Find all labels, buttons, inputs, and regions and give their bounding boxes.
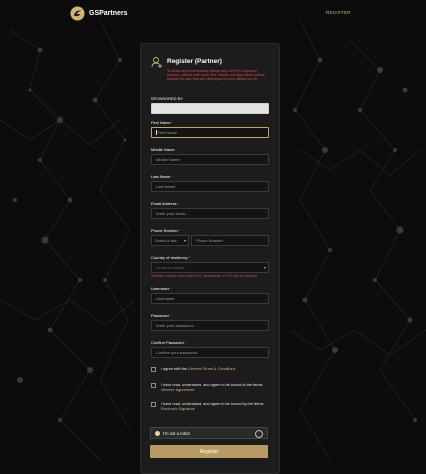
- esign-text: I have read, understand, and agree to be…: [161, 402, 264, 411]
- phone-number-input[interactable]: Phone Number: [191, 235, 269, 246]
- kyc-notice: To avoid any unnecessary delays with our…: [167, 69, 266, 82]
- add-user-icon: [151, 57, 162, 68]
- terms-checkbox[interactable]: [151, 367, 156, 372]
- confirm-password-label: Confirm Password *: [151, 340, 187, 345]
- brand-logo-icon: [70, 6, 85, 21]
- username-input[interactable]: Username: [151, 293, 269, 304]
- top-navigation-bar: GSPartners REGISTER: [0, 0, 426, 28]
- chevron-down-icon: ▾: [263, 265, 266, 270]
- country-select[interactable]: Select a country ▾: [151, 262, 269, 273]
- esign-checkbox[interactable]: [151, 402, 156, 407]
- sponsored-by-label: SPONSORED BY: [151, 96, 184, 101]
- first-name-label: First Name *: [151, 120, 174, 125]
- captcha-label: I'm not a robot: [163, 431, 190, 436]
- brand-name: GSPartners: [89, 10, 128, 17]
- phone-label: Phone Number *: [151, 228, 181, 233]
- member-agreement-link[interactable]: Member Agreement: [161, 388, 194, 392]
- form-title: Register (Partner): [167, 58, 222, 65]
- middle-name-label: Middle Name: [151, 147, 175, 152]
- member-agreement-text: I have read, understand, and agree to be…: [161, 383, 263, 392]
- country-warning: Selected country must match KYC document…: [151, 274, 258, 278]
- username-label: Username *: [151, 286, 173, 291]
- register-button[interactable]: Register: [150, 445, 268, 458]
- password-input[interactable]: Enter your password...: [151, 320, 269, 331]
- confirm-password-input[interactable]: Confirm your password: [151, 347, 269, 358]
- captcha-checkbox[interactable]: [155, 431, 160, 436]
- email-label: Email Address *: [151, 201, 180, 206]
- recaptcha-widget[interactable]: I'm not a robot: [150, 427, 268, 439]
- last-name-label: Last Name *: [151, 174, 174, 179]
- sponsored-by-field[interactable]: [151, 103, 269, 114]
- country-label: Country of residency *: [151, 255, 191, 260]
- register-nav-link[interactable]: REGISTER: [326, 10, 351, 15]
- phone-site-select[interactable]: Select a site ▾: [151, 235, 189, 246]
- member-agreement-checkbox[interactable]: [151, 383, 156, 388]
- registration-card: Register (Partner) To avoid any unnecess…: [140, 43, 280, 474]
- recaptcha-icon: [255, 430, 263, 438]
- email-input[interactable]: Enter your email...: [151, 208, 269, 219]
- password-label: Password *: [151, 313, 172, 318]
- brand-logo[interactable]: GSPartners: [70, 6, 128, 21]
- middle-name-input[interactable]: Middle Name: [151, 154, 269, 165]
- terms-link[interactable]: General Terms & Conditions: [188, 367, 235, 371]
- first-name-input[interactable]: First Name: [151, 127, 269, 138]
- esign-link[interactable]: Electronic Signature: [161, 407, 195, 411]
- chevron-down-icon: ▾: [183, 238, 186, 243]
- country-value: Select a country: [156, 265, 185, 270]
- last-name-input[interactable]: Last Name: [151, 181, 269, 192]
- terms-text: I agree with the General Terms & Conditi…: [161, 367, 236, 371]
- phone-site-value: Select a site: [155, 238, 177, 243]
